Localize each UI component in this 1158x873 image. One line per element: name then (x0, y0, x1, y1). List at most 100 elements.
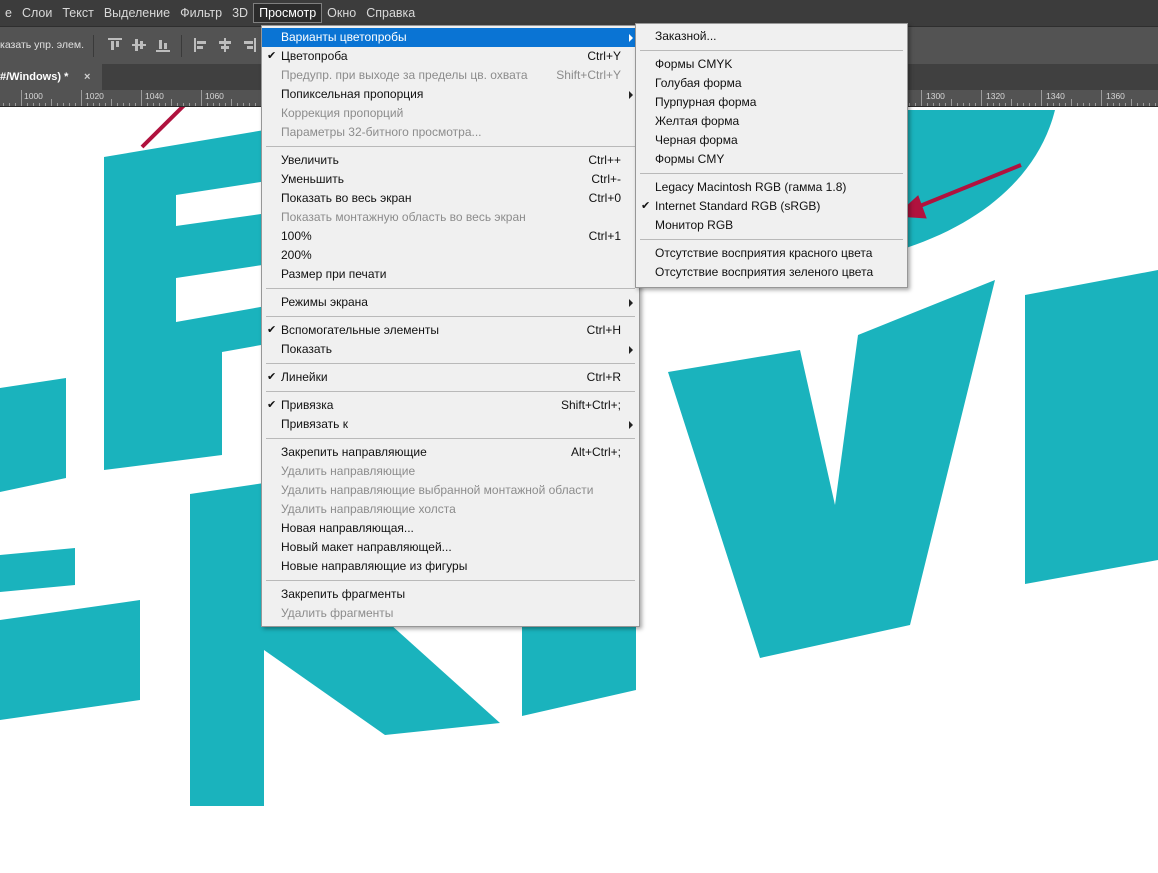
view-menu-item[interactable]: ✔ Цветопроба Ctrl+Y (262, 47, 639, 66)
menu-item-shortcut: Ctrl+1 (588, 229, 621, 243)
proof-setup-item[interactable]: Голубая форма (636, 74, 907, 93)
align-vertical-center-icon[interactable] (132, 38, 146, 52)
ruler-tick (1041, 90, 1042, 106)
ruler-tick (117, 103, 118, 106)
ruler-tick (1089, 103, 1090, 106)
view-menu-item[interactable]: Уменьшить Ctrl+- (262, 170, 639, 189)
ruler-tick (1095, 103, 1096, 106)
view-menu-item[interactable]: Размер при печати (262, 265, 639, 284)
ruler-tick (1113, 103, 1114, 106)
ruler-tick (1017, 103, 1018, 106)
align-bottom-icon[interactable] (156, 38, 170, 52)
menu-item-label: Размер при печати (281, 267, 387, 281)
ruler-tick (963, 103, 964, 106)
view-menu-item[interactable]: Показать во весь экран Ctrl+0 (262, 189, 639, 208)
ruler-tick (981, 90, 982, 106)
menu-item-label: Параметры 32-битного просмотра... (281, 125, 482, 139)
menu-item-label: Новый макет направляющей... (281, 540, 452, 554)
view-menu-item[interactable]: ✔ Линейки Ctrl+R (262, 368, 639, 387)
proof-setup-item[interactable]: Заказной... (636, 27, 907, 46)
view-menu-item[interactable]: Новые направляющие из фигуры (262, 557, 639, 576)
view-menu-item[interactable]: Привязать к (262, 415, 639, 434)
view-menu-item[interactable]: ✔ Вспомогательные элементы Ctrl+H (262, 321, 639, 340)
menu-separator (262, 387, 639, 396)
menu-separator (262, 359, 639, 368)
proof-setup-item[interactable]: Отсутствие восприятия красного цвета (636, 244, 907, 263)
close-icon[interactable]: × (84, 64, 90, 90)
letter-shape (0, 548, 75, 592)
menu-item[interactable]: Слои (17, 3, 57, 23)
view-menu-item[interactable]: Варианты цветопробы (262, 28, 639, 47)
proof-setup-item[interactable]: ✔ Internet Standard RGB (sRGB) (636, 197, 907, 216)
proof-setup-item[interactable]: Желтая форма (636, 112, 907, 131)
menu-item[interactable]: Фильтр (175, 3, 227, 23)
menu-item[interactable]: Справка (361, 3, 420, 23)
ruler-tick (21, 90, 22, 106)
ruler-tick (81, 90, 82, 106)
menu-item-shortcut: Ctrl+R (586, 370, 621, 384)
proof-setup-item[interactable]: Отсутствие восприятия зеленого цвета (636, 263, 907, 282)
ruler-tick (87, 103, 88, 106)
menu-separator (262, 434, 639, 443)
view-menu-item[interactable]: Новая направляющая... (262, 519, 639, 538)
menu-item-shortcut: Alt+Ctrl+; (570, 445, 621, 459)
menu-item-shortcut: Shift+Ctrl+Y (556, 68, 621, 82)
menu-item-label: Новая направляющая... (281, 521, 414, 535)
ruler-tick (1101, 90, 1102, 106)
menu-item[interactable]: Текст (57, 3, 98, 23)
view-menu-item[interactable]: Показать (262, 340, 639, 359)
proof-setup-item[interactable]: Черная форма (636, 131, 907, 150)
proof-setup-item[interactable]: Формы CMY (636, 150, 907, 169)
ruler-tick (159, 103, 160, 106)
ruler-tick (219, 103, 220, 106)
ruler-tick (1119, 103, 1120, 106)
ruler-tick (147, 103, 148, 106)
checkmark-icon: ✔ (267, 399, 277, 411)
ruler-tick (933, 103, 934, 106)
menu-item[interactable]: е (0, 3, 17, 23)
ruler-tick (1023, 103, 1024, 106)
view-menu-item[interactable]: Режимы экрана (262, 293, 639, 312)
proof-setup-item[interactable]: Legacy Macintosh RGB (гамма 1.8) (636, 178, 907, 197)
ruler-label: 1020 (85, 91, 104, 101)
view-menu-item[interactable]: Закрепить фрагменты (262, 585, 639, 604)
ruler-tick (183, 103, 184, 106)
view-menu-item[interactable]: Увеличить Ctrl++ (262, 151, 639, 170)
align-left-icon[interactable] (194, 38, 208, 52)
show-transform-controls-label[interactable]: казать упр. элем. (0, 39, 84, 51)
align-right-icon[interactable] (242, 38, 256, 52)
menu-view[interactable]: Просмотр (253, 3, 323, 23)
ruler-tick (207, 103, 208, 106)
ruler-tick (105, 103, 106, 106)
align-horizontal-center-icon[interactable] (218, 38, 232, 52)
menu-item[interactable]: Выделение (99, 3, 175, 23)
proof-setup-submenu: Заказной... Формы CMYK Голубая форма Пурпур… (635, 23, 908, 288)
ruler-tick (1005, 103, 1006, 106)
ruler-tick (1047, 103, 1048, 106)
ruler-tick (1149, 103, 1150, 106)
proof-setup-item[interactable]: Монитор RGB (636, 216, 907, 235)
menu-item[interactable]: 3D (227, 3, 253, 23)
ruler-tick (177, 103, 178, 106)
view-menu-item[interactable]: Попиксельная пропорция (262, 85, 639, 104)
view-menu-item[interactable]: Новый макет направляющей... (262, 538, 639, 557)
document-tab[interactable]: #/Windows) * × (0, 64, 102, 90)
ruler-tick (189, 103, 190, 106)
ruler-tick (243, 103, 244, 106)
ruler-tick (951, 99, 952, 106)
view-menu-item[interactable]: 100% Ctrl+1 (262, 227, 639, 246)
proof-setup-item[interactable]: Формы CMYK (636, 55, 907, 74)
proof-setup-item[interactable]: Пурпурная форма (636, 93, 907, 112)
ruler-tick (201, 90, 202, 106)
ruler-tick (141, 90, 142, 106)
ruler-label: 1300 (926, 91, 945, 101)
align-top-icon[interactable] (108, 38, 122, 52)
ruler-tick (909, 103, 910, 106)
checkmark-icon: ✔ (641, 200, 651, 212)
ruler-label: 1000 (24, 91, 43, 101)
ruler-tick (129, 103, 130, 106)
view-menu-item[interactable]: 200% (262, 246, 639, 265)
menu-item[interactable]: Окно (322, 3, 361, 23)
view-menu-item[interactable]: Закрепить направляющие Alt+Ctrl+; (262, 443, 639, 462)
view-menu-item[interactable]: ✔ Привязка Shift+Ctrl+; (262, 396, 639, 415)
